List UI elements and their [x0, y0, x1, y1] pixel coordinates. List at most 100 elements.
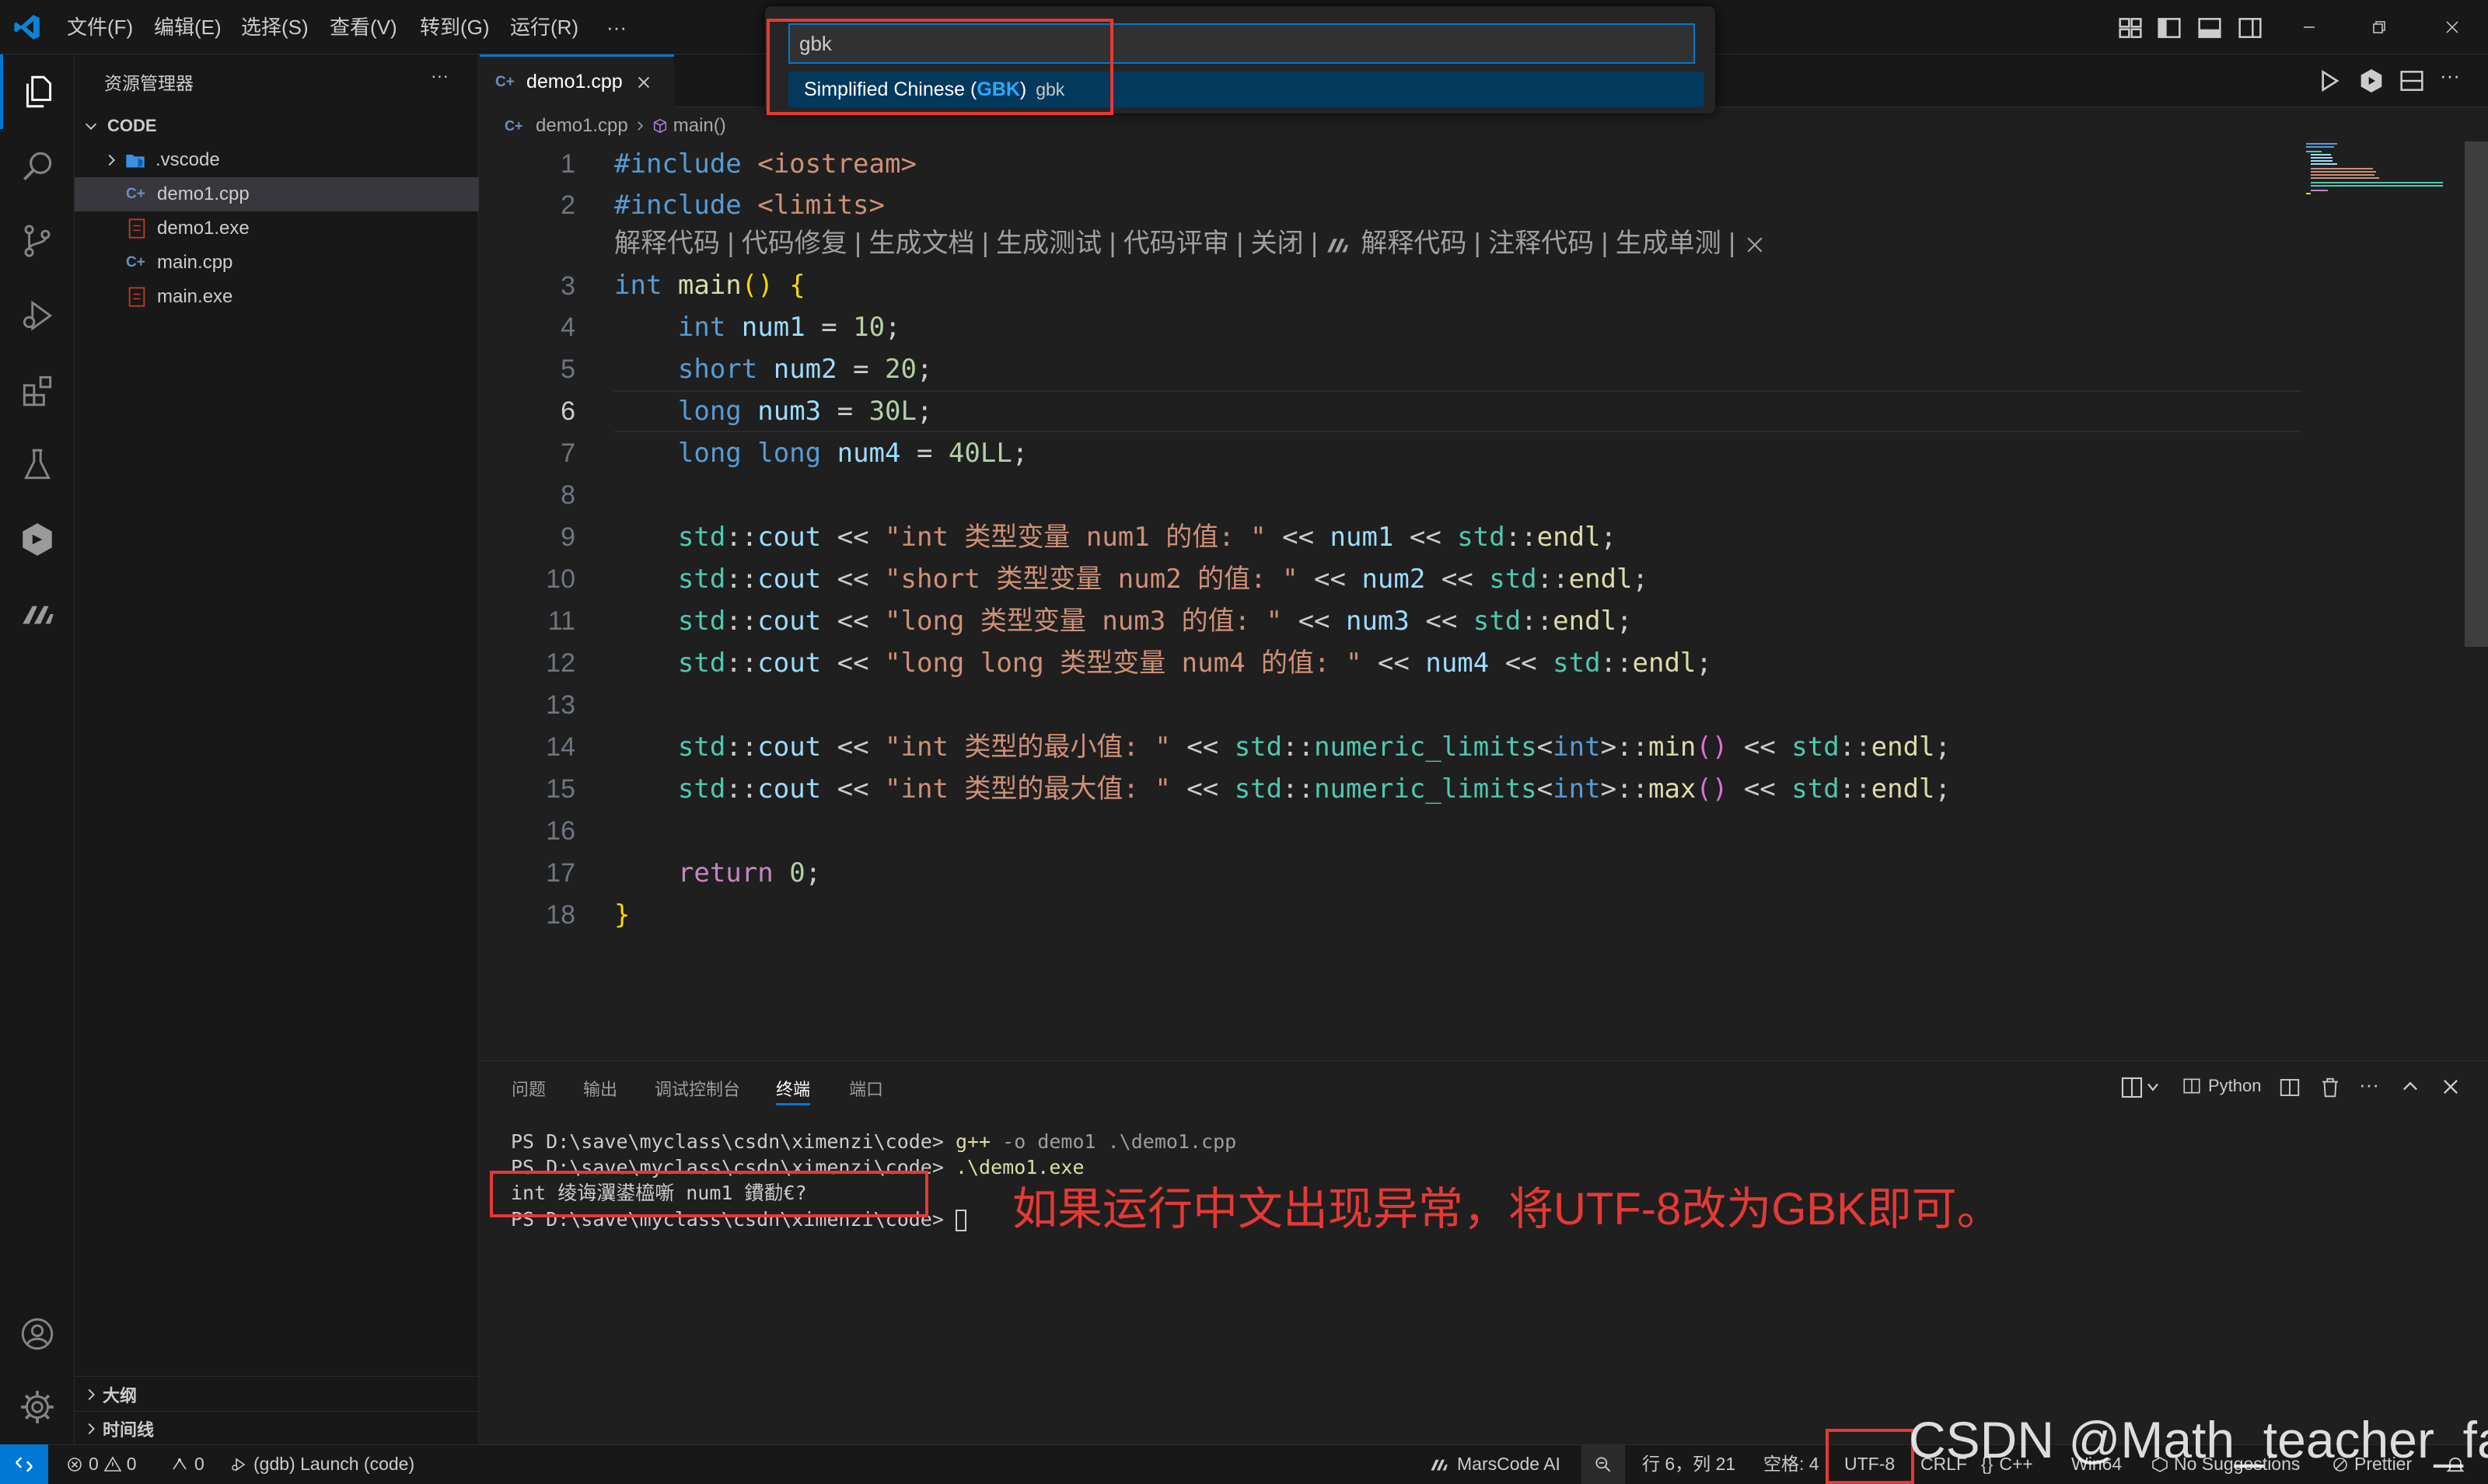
tree-item-demo1-exe[interactable]: demo1.exe [75, 211, 479, 246]
sidebar-more-actions[interactable]: ··· [431, 65, 449, 86]
code-line: long long num4 = 40LL; [677, 438, 1029, 469]
ports-status[interactable]: 0 [169, 1444, 204, 1484]
code-line: std::cout << "short 类型变量 num2 的值: " << n… [677, 564, 1648, 595]
close-panel-icon[interactable] [2440, 1076, 2462, 1098]
codelens-text-ai[interactable]: 解释代码 | 注释代码 | 生成单测 | [1361, 229, 1742, 258]
indentation-status[interactable]: 空格: 4 [1763, 1444, 1819, 1484]
toggle-primary-sidebar-icon[interactable] [2154, 12, 2185, 44]
code-line: int num1 = 10; [677, 312, 901, 343]
tab-problems[interactable]: 问题 [512, 1076, 546, 1107]
code-line: std::cout << "long long 类型变量 num4 的值: " … [677, 648, 1712, 679]
trash-icon[interactable] [2319, 1076, 2342, 1099]
timeline-section-header[interactable]: 时间线 [75, 1412, 479, 1446]
marscode-icon[interactable] [0, 502, 75, 577]
tab-terminal[interactable]: 终端 [776, 1076, 811, 1105]
marscode-ai-icon [1429, 1457, 1452, 1472]
menu-view[interactable]: 查看(V) [330, 0, 397, 54]
menu-more[interactable]: ··· [606, 0, 627, 54]
panel-more-actions[interactable]: ··· [2359, 1073, 2379, 1097]
tree-item-label: demo1.cpp [157, 183, 250, 204]
tree-item-vscode-folder[interactable]: .vscode [75, 143, 479, 177]
line-number: 3 [561, 271, 575, 301]
editor-more-actions[interactable]: ··· [2440, 64, 2460, 88]
codelens-actions[interactable]: 解释代码 | 代码修复 | 生成文档 | 生成测试 | 代码评审 | 关闭 | … [614, 224, 1766, 263]
tab-demo1-cpp[interactable]: C+ demo1.cpp [480, 54, 674, 107]
chevron-right-icon [103, 152, 124, 169]
editor-scrollbar[interactable] [2465, 141, 2488, 647]
customize-layout-icon[interactable] [2115, 12, 2146, 44]
tree-item-demo1-cpp[interactable]: C+ demo1.cpp [75, 177, 479, 211]
terminal-python-instance[interactable]: Python [2182, 1076, 2262, 1096]
outline-section-header[interactable]: 大纲 [75, 1378, 479, 1412]
debug-launch-label: (gdb) Launch (code) [253, 1454, 415, 1474]
code-line: long num3 = 30L; [677, 396, 933, 427]
tree-item-label: .vscode [156, 149, 220, 170]
run-file-icon[interactable] [2314, 65, 2345, 96]
codelens-text[interactable]: 解释代码 | 代码修复 | 生成文档 | 生成测试 | 代码评审 | 关闭 | [614, 229, 1325, 258]
breadcrumb-file[interactable]: demo1.cpp [536, 115, 628, 137]
annotation-highlight-box [767, 19, 1113, 115]
line-number: 5 [561, 354, 575, 384]
search-icon[interactable] [0, 129, 75, 204]
extensions-icon[interactable] [0, 353, 75, 428]
breadcrumb-symbol[interactable]: main() [673, 115, 726, 137]
testing-icon[interactable] [0, 428, 75, 502]
close-tab-icon[interactable] [635, 74, 652, 91]
divider [75, 1376, 479, 1377]
workspace-folder-header[interactable]: CODE [75, 109, 479, 143]
problems-status[interactable]: 0 0 [65, 1444, 137, 1484]
line-number: 15 [546, 774, 575, 804]
error-icon [65, 1455, 84, 1474]
menu-file[interactable]: 文件(F) [67, 0, 133, 54]
menu-edit[interactable]: 编辑(E) [154, 0, 222, 54]
annotation-highlight-box [1826, 1429, 1914, 1484]
breadcrumb: C+ demo1.cpp main() [480, 107, 726, 145]
line-number: 13 [546, 690, 575, 720]
settings-gear-icon[interactable] [0, 1370, 75, 1444]
close-codelens-icon[interactable] [1743, 233, 1766, 257]
debug-icon [229, 1455, 249, 1474]
source-control-icon[interactable] [0, 204, 75, 278]
toggle-panel-icon[interactable] [2194, 12, 2225, 44]
cursor-position[interactable]: 行 6，列 21 [1642, 1444, 1735, 1484]
code-line: #include <limits> [614, 190, 885, 221]
accounts-icon[interactable] [0, 1297, 75, 1371]
toggle-secondary-sidebar-icon[interactable] [2235, 12, 2266, 44]
run-debug-icon[interactable] [0, 278, 75, 353]
exe-file-icon [128, 218, 157, 239]
split-editor-icon[interactable] [2396, 65, 2427, 96]
tab-label: demo1.cpp [526, 71, 623, 93]
minimize-icon[interactable] [2286, 9, 2332, 45]
tree-item-main-cpp[interactable]: C+ main.cpp [75, 246, 479, 280]
marscode-ai-icon[interactable] [0, 577, 75, 651]
menu-selection[interactable]: 选择(S) [241, 0, 309, 54]
tab-output[interactable]: 输出 [583, 1076, 617, 1107]
line-number: 18 [546, 900, 575, 930]
minimap[interactable] [2306, 141, 2446, 196]
restore-icon[interactable] [2356, 9, 2402, 45]
marscode-status[interactable]: MarsCode AI [1429, 1444, 1560, 1484]
chevron-right-icon [633, 119, 647, 133]
error-count: 0 [89, 1454, 99, 1474]
ports-count: 0 [194, 1454, 204, 1474]
vscode-logo-icon [12, 12, 42, 42]
tab-ports[interactable]: 端口 [849, 1076, 883, 1107]
tab-debug-console[interactable]: 调试控制台 [655, 1076, 740, 1107]
zoom-search-icon[interactable] [1581, 1444, 1625, 1484]
line-number: 2 [561, 190, 575, 220]
maximize-panel-icon[interactable] [2399, 1076, 2421, 1098]
menu-run[interactable]: 运行(R) [510, 0, 578, 54]
terminal-line: PS D:\save\myclass\csdn\ximenzi\code> g+… [511, 1129, 1236, 1155]
warning-icon [103, 1455, 122, 1474]
explorer-icon[interactable] [0, 54, 75, 129]
menu-go[interactable]: 转到(G) [420, 0, 490, 54]
marscode-run-icon[interactable] [2356, 65, 2387, 96]
tree-item-main-exe[interactable]: main.exe [75, 280, 479, 314]
remote-indicator-icon[interactable] [0, 1444, 48, 1484]
line-number: 14 [546, 732, 575, 762]
debug-launch-status[interactable]: (gdb) Launch (code) [229, 1444, 414, 1484]
code-line: std::cout << "int 类型变量 num1 的值: " << num… [677, 522, 1617, 553]
split-terminal-icon[interactable] [2278, 1076, 2301, 1099]
close-window-icon[interactable] [2429, 9, 2476, 45]
launch-profile-icon[interactable] [2119, 1076, 2163, 1099]
